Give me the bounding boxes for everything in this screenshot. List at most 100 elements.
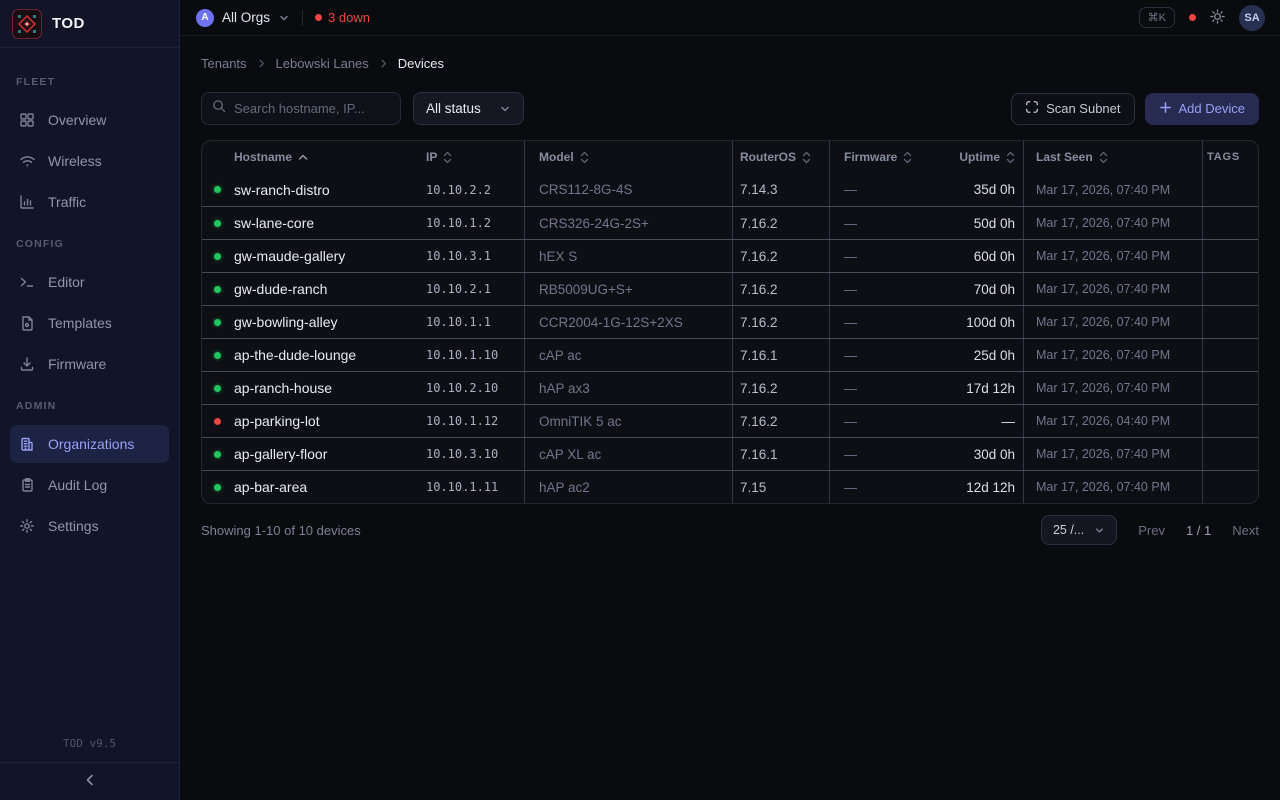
table-body: sw-ranch-distro10.10.2.2CRS112-8G-4S7.14… xyxy=(202,173,1258,503)
page-size-value: 25 /... xyxy=(1053,523,1084,537)
column-header-model[interactable]: Model xyxy=(524,141,732,173)
table-row[interactable]: ap-ranch-house10.10.2.10hAP ax37.16.2—17… xyxy=(202,371,1258,404)
device-status-cell xyxy=(202,173,232,206)
table-row[interactable]: sw-ranch-distro10.10.2.2CRS112-8G-4S7.14… xyxy=(202,173,1258,206)
status-online-icon xyxy=(214,286,221,293)
device-tags-cell xyxy=(1202,438,1256,470)
sort-icon xyxy=(1099,151,1108,164)
device-hostname-cell: ap-ranch-house xyxy=(232,372,424,404)
sidebar-item-firmware[interactable]: Firmware xyxy=(10,345,169,383)
device-firmware-cell: — xyxy=(829,438,936,470)
device-firmware-cell: — xyxy=(829,372,936,404)
column-header-uptime[interactable]: Uptime xyxy=(936,141,1023,173)
bar-chart-icon xyxy=(18,194,36,210)
table-row[interactable]: ap-bar-area10.10.1.11hAP ac27.15—12d 12h… xyxy=(202,470,1258,503)
theme-toggle-button[interactable] xyxy=(1210,9,1225,27)
brand-name: TOD xyxy=(52,15,85,32)
device-uptime-cell: 60d 0h xyxy=(936,240,1023,272)
breadcrumb-tenants[interactable]: Tenants xyxy=(201,56,247,71)
org-switcher[interactable]: A All Orgs xyxy=(196,9,290,27)
page-size-select[interactable]: 25 /... xyxy=(1041,515,1117,545)
org-selector-label: All Orgs xyxy=(222,10,270,25)
sidebar-item-settings[interactable]: Settings xyxy=(10,507,169,545)
status-online-icon xyxy=(214,385,221,392)
column-header-firmware[interactable]: Firmware xyxy=(829,141,936,173)
sidebar-item-wireless[interactable]: Wireless xyxy=(10,142,169,180)
status-filter-select[interactable]: All status xyxy=(413,92,524,125)
device-tags-cell xyxy=(1202,240,1256,272)
table-row[interactable]: gw-bowling-alley10.10.1.1CCR2004-1G-12S+… xyxy=(202,305,1258,338)
add-device-button[interactable]: Add Device xyxy=(1145,93,1259,125)
grid-icon xyxy=(18,112,36,128)
device-routeros-cell: 7.16.1 xyxy=(732,438,829,470)
building-icon xyxy=(18,436,36,452)
user-avatar[interactable]: SA xyxy=(1239,5,1265,31)
sidebar-item-editor[interactable]: Editor xyxy=(10,263,169,301)
sidebar-item-overview[interactable]: Overview xyxy=(10,101,169,139)
sort-icon xyxy=(903,151,912,164)
scan-icon xyxy=(1025,100,1039,117)
sidebar-item-audit-log[interactable]: Audit Log xyxy=(10,466,169,504)
device-last_seen-cell: Mar 17, 2026, 07:40 PM xyxy=(1023,306,1202,338)
sidebar-collapse-button[interactable] xyxy=(83,773,97,790)
scan-subnet-label: Scan Subnet xyxy=(1046,101,1120,116)
device-model-cell: cAP XL ac xyxy=(524,438,732,470)
table-row[interactable]: ap-parking-lot10.10.1.12OmniTIK 5 ac7.16… xyxy=(202,404,1258,437)
status-online-icon xyxy=(214,186,221,193)
devices-down-alert[interactable]: 3 down xyxy=(315,10,370,25)
column-header-routeros[interactable]: RouterOS xyxy=(732,141,829,173)
device-routeros-cell: 7.16.2 xyxy=(732,372,829,404)
sidebar-item-label: Templates xyxy=(48,315,112,331)
device-uptime-cell: 30d 0h xyxy=(936,438,1023,470)
command-palette-shortcut[interactable]: ⌘K xyxy=(1139,7,1175,28)
device-last_seen-cell: Mar 17, 2026, 07:40 PM xyxy=(1023,438,1202,470)
device-last_seen-cell: Mar 17, 2026, 07:40 PM xyxy=(1023,240,1202,272)
device-firmware-cell: — xyxy=(829,273,936,305)
table-row[interactable]: gw-maude-gallery10.10.3.1hEX S7.16.2—60d… xyxy=(202,239,1258,272)
column-header-hostname[interactable]: Hostname xyxy=(232,141,424,173)
next-page-button[interactable]: Next xyxy=(1232,523,1259,538)
device-firmware-cell: — xyxy=(829,306,936,338)
chevron-right-icon xyxy=(256,58,267,69)
column-label: IP xyxy=(426,150,437,164)
table-row[interactable]: ap-gallery-floor10.10.3.10cAP XL ac7.16.… xyxy=(202,437,1258,470)
devices-table: HostnameIP ModelRouterOS Firmware UptimeLas… xyxy=(201,140,1259,504)
page-indicator: 1 / 1 xyxy=(1186,523,1211,538)
app-root: TOD FLEETOverviewWirelessTrafficCONFIGEd… xyxy=(0,0,1280,800)
chevron-down-icon xyxy=(278,12,290,24)
sidebar-item-templates[interactable]: Templates xyxy=(10,304,169,342)
device-hostname-cell: gw-maude-gallery xyxy=(232,240,424,272)
device-last_seen-cell: Mar 17, 2026, 07:40 PM xyxy=(1023,471,1202,503)
table-row[interactable]: ap-the-dude-lounge10.10.1.10cAP ac7.16.1… xyxy=(202,338,1258,371)
table-row[interactable]: sw-lane-core10.10.1.2CRS326-24G-2S+7.16.… xyxy=(202,206,1258,239)
search-input[interactable] xyxy=(234,101,390,116)
sun-icon xyxy=(1210,9,1225,27)
breadcrumb: Tenants Lebowski Lanes Devices xyxy=(201,56,1259,71)
table-row[interactable]: gw-dude-ranch10.10.2.1RB5009UG+S+7.16.2—… xyxy=(202,272,1258,305)
device-routeros-cell: 7.16.2 xyxy=(732,405,829,437)
device-tags-cell xyxy=(1202,273,1256,305)
device-last_seen-cell: Mar 17, 2026, 07:40 PM xyxy=(1023,173,1202,206)
column-header-ip[interactable]: IP xyxy=(424,141,524,173)
status-online-icon xyxy=(214,220,221,227)
status-online-icon xyxy=(214,352,221,359)
sort-icon xyxy=(802,151,811,164)
sidebar-item-label: Firmware xyxy=(48,356,106,372)
device-uptime-cell: 25d 0h xyxy=(936,339,1023,371)
column-header-last_seen[interactable]: Last Seen xyxy=(1023,141,1202,173)
sidebar-item-traffic[interactable]: Traffic xyxy=(10,183,169,221)
device-firmware-cell: — xyxy=(829,471,936,503)
device-status-cell xyxy=(202,240,232,272)
column-label: Firmware xyxy=(844,150,897,164)
scan-subnet-button[interactable]: Scan Subnet xyxy=(1011,93,1134,125)
device-status-cell xyxy=(202,438,232,470)
sidebar-item-organizations[interactable]: Organizations xyxy=(10,425,169,463)
prev-page-button[interactable]: Prev xyxy=(1138,523,1165,538)
breadcrumb-tenant-name[interactable]: Lebowski Lanes xyxy=(276,56,369,71)
device-model-cell: CCR2004-1G-12S+2XS xyxy=(524,306,732,338)
device-status-cell xyxy=(202,273,232,305)
device-ip-cell: 10.10.1.1 xyxy=(424,306,524,338)
device-hostname-cell: gw-dude-ranch xyxy=(232,273,424,305)
device-last_seen-cell: Mar 17, 2026, 07:40 PM xyxy=(1023,207,1202,239)
sidebar-item-label: Editor xyxy=(48,274,85,290)
